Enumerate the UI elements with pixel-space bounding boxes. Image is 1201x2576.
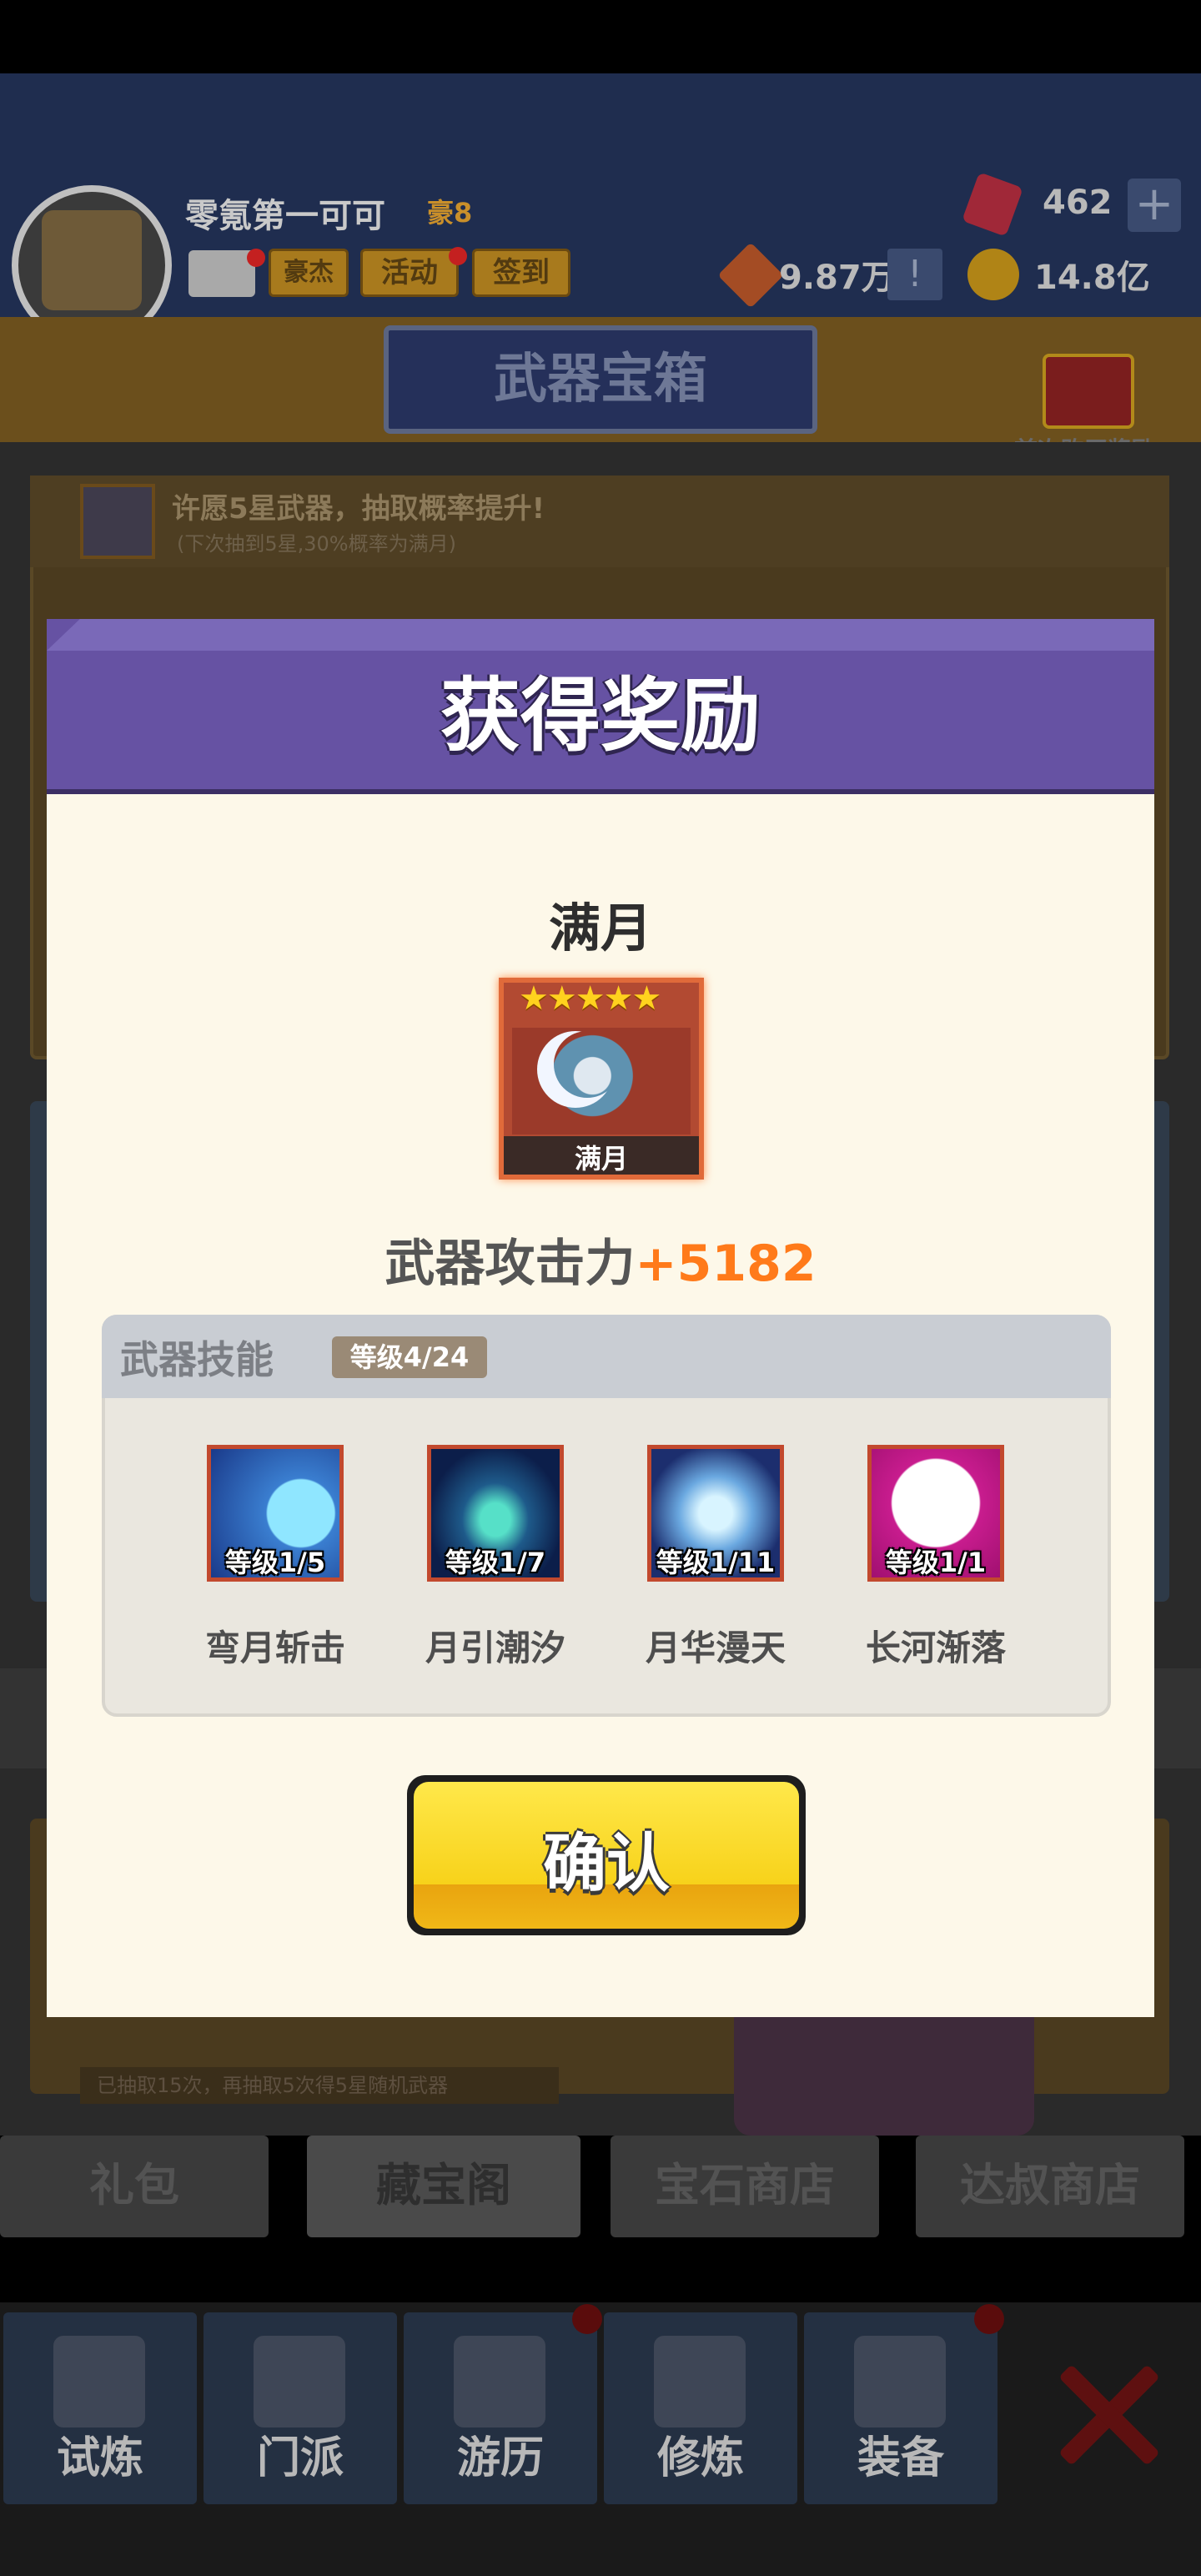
skill-level: 等级1/5 [224,1547,326,1578]
notification-dot [247,249,265,267]
gem-count: 462 [1043,184,1113,222]
status-bar [0,0,1201,73]
tab-gem-shop: 宝石商店 [611,2136,879,2237]
skills-level-badge: 等级4/24 [332,1336,487,1378]
attack-label: 武器攻击力 [384,1235,636,1293]
store-title: 武器宝箱 [494,349,707,410]
scroll-icon [654,2336,746,2428]
player-rank: 豪8 [427,197,473,229]
wish-subtext: (下次抽到5星,30%概率为满月) [177,532,456,556]
treasure-chest-icon [1043,354,1134,429]
skill-level: 等级1/11 [656,1547,776,1578]
confirm-button-label[interactable]: 确认 [414,1812,799,1904]
skill-name: 长河渐落 [865,1628,1006,1668]
top-header [0,73,1201,317]
close-icon [1054,2361,1163,2469]
skill-name: 月引潮汐 [425,1628,565,1668]
activity-button: 活动 [360,249,459,297]
wish-text: 许愿5星武器，抽取概率提升! [172,492,545,526]
nav-label-sect: 门派 [256,2433,344,2483]
add-gems-icon: + [1128,179,1181,232]
nav-label-trial: 试炼 [56,2433,143,2483]
temple-icon [254,2336,345,2428]
skill-name: 月华漫天 [645,1628,786,1668]
star-rating: ★★★★★ [519,979,661,1018]
nav-label-equipment: 装备 [857,2433,944,2483]
attack-stat: 武器攻击力+5182 [47,1223,1154,1296]
notification-dot [572,2304,602,2334]
coin-icon [967,249,1019,300]
wish-weapon-icon [80,484,155,559]
player-name: 零氪第一可可 [185,197,385,235]
store-title-banner: 武器宝箱 [384,325,817,434]
mountain-icon [454,2336,545,2428]
nav-label-cultivate: 修炼 [656,2433,744,2483]
card-label: 满月 [574,1143,628,1175]
tab-uncle-shop: 达叔商店 [916,2136,1184,2237]
ninja-icon [53,2336,145,2428]
dialog-title: 获得奖励 [440,669,761,762]
reward-name: 满月 [548,898,652,958]
skill-level: 等级1/1 [885,1547,987,1578]
skill-name: 弯月斩击 [204,1628,345,1668]
attack-value: +5182 [635,1235,817,1293]
sword-icon [854,2336,946,2428]
notification-dot [974,2304,1004,2334]
draw-note: 已抽取15次，再抽取5次得5星随机武器 [80,2067,559,2104]
dialog-header-accent [47,619,1154,651]
signin-button: 签到 [472,249,570,297]
nav-label-travel: 游历 [456,2433,544,2483]
power-value: 9.87万 [779,259,895,297]
mail-icon [188,250,255,297]
info-icon: ! [887,249,942,300]
crescent-moon-icon [554,1031,621,1098]
notification-dot [449,247,467,265]
skill-level: 等级1/7 [445,1547,546,1578]
hero-button: 豪杰 [269,249,349,297]
tab-gift-pack: 礼包 [0,2136,269,2237]
tab-treasure-pavilion: 藏宝阁 [307,2136,580,2237]
coin-count: 14.8亿 [1034,259,1150,297]
skills-title: 武器技能 [120,1337,274,1382]
avatar-chest-icon [42,210,142,310]
